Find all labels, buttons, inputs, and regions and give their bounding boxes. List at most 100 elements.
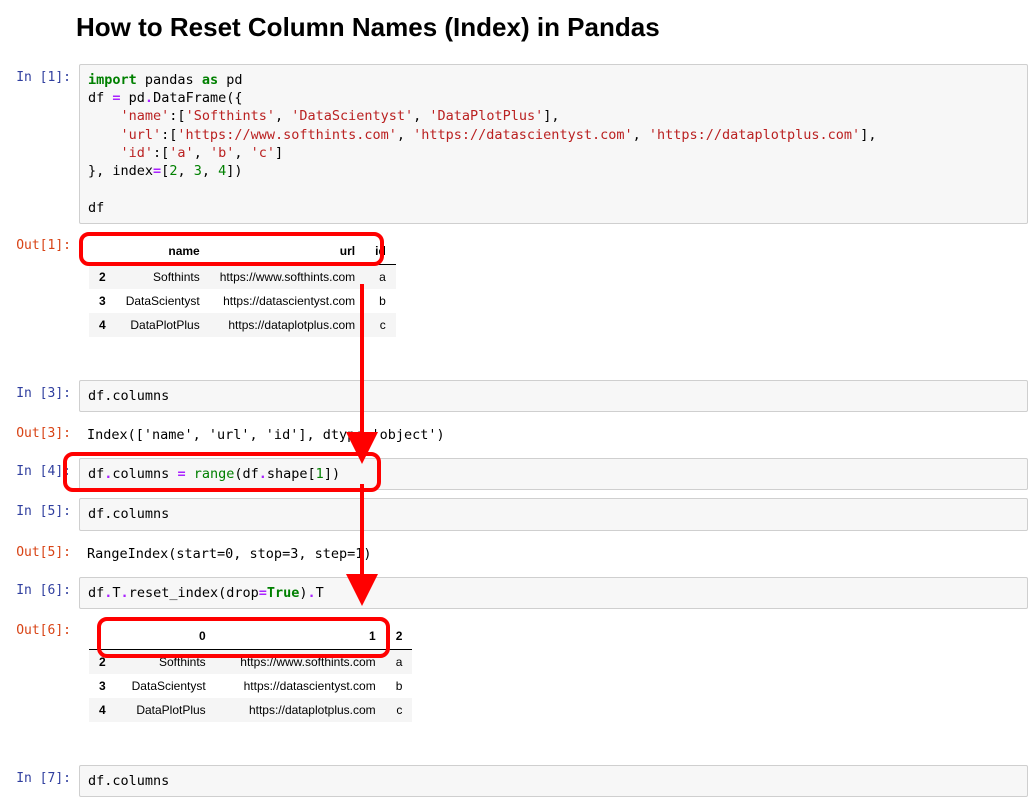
tok: 3 — [194, 163, 202, 179]
prompt-out-1: Out[1]: — [1, 232, 79, 253]
row-idx: 3 — [89, 674, 116, 698]
cell-in-7: In [7]: df.columns — [0, 762, 1029, 800]
tok: reset_index(drop — [129, 585, 259, 601]
tok: shape[ — [267, 466, 316, 482]
tok: df — [88, 585, 104, 601]
tok: :[ — [169, 108, 185, 124]
cell: b — [365, 289, 396, 313]
tok: df — [88, 466, 104, 482]
tok: , — [234, 145, 250, 161]
table-row: 4 DataPlotPlus https://dataplotplus.com … — [89, 313, 396, 337]
cell: https://www.softhints.com — [210, 264, 365, 289]
prompt-in-4: In [4]: — [1, 458, 79, 479]
output-html-6: 0 1 2 2 Softhints https://www.softhints.… — [79, 617, 1028, 757]
tok: , — [633, 127, 649, 143]
cell: c — [386, 698, 413, 722]
code-input-3[interactable]: df.columns — [79, 380, 1028, 412]
tok: , — [397, 127, 413, 143]
th-0: 0 — [116, 623, 216, 650]
tok: = — [112, 90, 120, 106]
tok: ], — [860, 127, 876, 143]
tok: . — [308, 585, 316, 601]
tok: , — [194, 145, 210, 161]
cell: a — [386, 650, 413, 675]
tok: pd — [121, 90, 145, 106]
output-text-5: RangeIndex(start=0, stop=3, step=1) — [79, 539, 1028, 569]
tok: 'a' — [169, 145, 193, 161]
tok: 'url' — [121, 127, 162, 143]
th-index — [89, 623, 116, 650]
tok — [88, 145, 121, 161]
cell: https://datascientyst.com — [216, 674, 386, 698]
tok — [88, 127, 121, 143]
tok: 1 — [316, 466, 324, 482]
cell: https://datascientyst.com — [210, 289, 365, 313]
cell-out-3: Out[3]: Index(['name', 'url', 'id'], dty… — [0, 417, 1029, 453]
kw-as: as — [202, 72, 218, 88]
tok: . — [259, 466, 267, 482]
tok: pandas — [137, 72, 202, 88]
code-input-1[interactable]: import pandas as pd df = pd.DataFrame({ … — [79, 64, 1028, 224]
code-input-5[interactable]: df.columns — [79, 498, 1028, 530]
code-input-7[interactable]: df.columns — [79, 765, 1028, 797]
code-input-4[interactable]: df.columns = range(df.shape[1]) — [79, 458, 1028, 490]
tok: ] — [275, 145, 283, 161]
tok: DataFrame({ — [153, 90, 242, 106]
cell: Softhints — [116, 264, 210, 289]
prompt-in-6: In [6]: — [1, 577, 79, 598]
tok: df — [88, 90, 112, 106]
tok: , — [177, 163, 193, 179]
th-name: name — [116, 238, 210, 265]
cell-in-5: In [5]: df.columns — [0, 495, 1029, 533]
code-text: df.columns — [88, 388, 169, 404]
tok: :[ — [161, 127, 177, 143]
cell: https://www.softhints.com — [216, 650, 386, 675]
prompt-in-5: In [5]: — [1, 498, 79, 519]
cell-in-1: In [1]: import pandas as pd df = pd.Data… — [0, 61, 1029, 227]
tok: pd — [218, 72, 242, 88]
tok: df — [88, 200, 104, 216]
tok: columns — [112, 466, 177, 482]
th-url: url — [210, 238, 365, 265]
cell: Softhints — [116, 650, 216, 675]
row-idx: 3 — [89, 289, 116, 313]
tok: 'DataScientyst' — [291, 108, 413, 124]
tok: . — [121, 585, 129, 601]
tok: , — [275, 108, 291, 124]
tok: 'id' — [121, 145, 154, 161]
table-row: 3 DataScientyst https://datascientyst.co… — [89, 674, 412, 698]
tok — [186, 466, 194, 482]
prompt-out-3: Out[3]: — [1, 420, 79, 441]
tok: = — [177, 466, 185, 482]
table-row: 2 Softhints https://www.softhints.com a — [89, 650, 412, 675]
dataframe-table-1: name url id 2 Softhints https://www.soft… — [89, 238, 396, 337]
tok: ], — [543, 108, 559, 124]
th-2: 2 — [386, 623, 413, 650]
cell-in-6: In [6]: df.T.reset_index(drop=True).T — [0, 574, 1029, 612]
output-text-3: Index(['name', 'url', 'id'], dtype='obje… — [79, 420, 1028, 450]
cell: b — [386, 674, 413, 698]
tok: (df — [234, 466, 258, 482]
tok: ) — [299, 585, 307, 601]
cell: DataPlotPlus — [116, 313, 210, 337]
row-idx: 4 — [89, 313, 116, 337]
cell: https://dataplotplus.com — [216, 698, 386, 722]
kw-import: import — [88, 72, 137, 88]
cell: DataScientyst — [116, 674, 216, 698]
tok: 'c' — [251, 145, 275, 161]
cell-in-4: In [4]: df.columns = range(df.shape[1]) — [0, 455, 1029, 493]
cell-out-1: Out[1]: name url id 2 Softhints https://… — [0, 229, 1029, 375]
tok: }, index — [88, 163, 153, 179]
tok: , — [202, 163, 218, 179]
tok: T — [112, 585, 120, 601]
code-input-6[interactable]: df.T.reset_index(drop=True).T — [79, 577, 1028, 609]
tok: T — [316, 585, 324, 601]
row-idx: 2 — [89, 264, 116, 289]
code-text: df.columns — [88, 506, 169, 522]
prompt-in-7: In [7]: — [1, 765, 79, 786]
tok: 'DataPlotPlus' — [429, 108, 543, 124]
cell-out-6: Out[6]: 0 1 2 2 Softhints https://www.so… — [0, 614, 1029, 760]
prompt-in-3: In [3]: — [1, 380, 79, 401]
table-row: 3 DataScientyst https://datascientyst.co… — [89, 289, 396, 313]
tok: ]) — [226, 163, 242, 179]
